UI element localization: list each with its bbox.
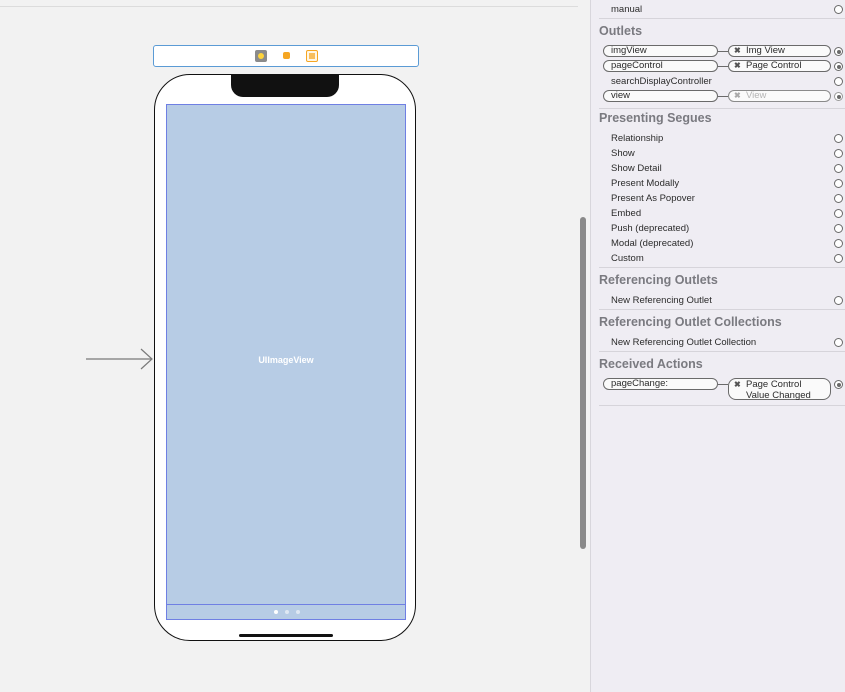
outlet-view-target[interactable]: ✖ View	[728, 90, 831, 102]
connection-line	[718, 66, 728, 67]
segue-push: Push (deprecated)	[611, 223, 690, 234]
home-indicator	[239, 634, 333, 637]
segue-show-detail-connector[interactable]	[834, 164, 843, 173]
outlets-title: Outlets	[599, 24, 643, 38]
segue-relationship-connector[interactable]	[834, 134, 843, 143]
image-view-label: UIImageView	[258, 355, 314, 365]
outlet-searchdisplaycontroller: searchDisplayController	[611, 76, 712, 87]
manual-segue-connector[interactable]	[834, 5, 843, 14]
segue-present-as-popover: Present As Popover	[611, 193, 695, 204]
segue-push-connector[interactable]	[834, 224, 843, 233]
segue-custom-connector[interactable]	[834, 254, 843, 263]
outlet-imgview-target-label: Img View	[746, 45, 785, 56]
action-pagechange-connector[interactable]	[834, 380, 843, 389]
canvas-top-divider	[0, 6, 578, 7]
disconnect-icon[interactable]: ✖	[734, 91, 741, 101]
segue-embed: Embed	[611, 208, 642, 219]
referencing-collections-title: Referencing Outlet Collections	[599, 315, 782, 329]
segue-show: Show	[611, 148, 635, 159]
outlet-pagecontrol[interactable]: pageControl	[603, 60, 718, 72]
page-control[interactable]	[166, 604, 406, 620]
segue-show-detail: Show Detail	[611, 163, 662, 174]
view-controller-icon[interactable]	[255, 50, 267, 62]
outlet-pagecontrol-target[interactable]: ✖ Page Control	[728, 60, 831, 72]
new-referencing-outlet-collection-connector[interactable]	[834, 338, 843, 347]
new-referencing-outlet-connector[interactable]	[834, 296, 843, 305]
action-target-line2: Value Changed	[746, 390, 811, 401]
outlet-imgview-target[interactable]: ✖ Img View	[728, 45, 831, 57]
new-referencing-outlet: New Referencing Outlet	[611, 295, 712, 306]
outlet-view[interactable]: view	[603, 90, 718, 102]
separator	[599, 351, 845, 352]
segue-embed-connector[interactable]	[834, 209, 843, 218]
segue-show-connector[interactable]	[834, 149, 843, 158]
page-dot	[285, 610, 289, 614]
separator	[599, 309, 845, 310]
connection-line	[718, 51, 728, 52]
action-target-line1: Page Control	[746, 379, 802, 390]
new-referencing-outlet-collection: New Referencing Outlet Collection	[611, 337, 757, 348]
disconnect-icon[interactable]: ✖	[734, 61, 741, 71]
separator	[599, 267, 845, 268]
separator	[599, 405, 845, 406]
segue-custom: Custom	[611, 253, 644, 264]
referencing-outlets-title: Referencing Outlets	[599, 273, 718, 287]
manual-segue-label: manual	[611, 4, 643, 15]
action-pagechange[interactable]: pageChange:	[603, 378, 718, 390]
page-dot	[296, 610, 300, 614]
segue-present-modally-connector[interactable]	[834, 179, 843, 188]
outlet-view-connector[interactable]	[834, 92, 843, 101]
disconnect-icon[interactable]: ✖	[734, 46, 741, 56]
outlet-imgview-connector[interactable]	[834, 47, 843, 56]
segue-relationship: Relationship	[611, 133, 664, 144]
separator	[599, 108, 845, 109]
initial-view-controller-arrow-icon[interactable]	[86, 348, 156, 370]
outlet-pagecontrol-target-label: Page Control	[746, 60, 802, 71]
outlet-imgview[interactable]: imgView	[603, 45, 718, 57]
received-actions-title: Received Actions	[599, 357, 703, 371]
outlet-view-target-label: View	[746, 90, 767, 101]
segue-present-as-popover-connector[interactable]	[834, 194, 843, 203]
exit-icon[interactable]	[306, 50, 318, 62]
outlet-pagecontrol-connector[interactable]	[834, 62, 843, 71]
iphone-device-frame: UIImageView	[154, 74, 416, 641]
canvas-scrollbar[interactable]	[580, 217, 586, 549]
presenting-segues-title: Presenting Segues	[599, 111, 712, 125]
connections-inspector: manual Outlets imgView ✖ Img View pageCon…	[591, 0, 845, 692]
action-pagechange-target[interactable]: ✖ Page Control Value Changed	[728, 378, 831, 401]
segue-present-modally: Present Modally	[611, 178, 680, 189]
separator	[599, 18, 845, 19]
scene-dock[interactable]	[153, 45, 419, 67]
connection-line	[718, 96, 728, 97]
disconnect-icon[interactable]: ✖	[734, 379, 741, 390]
segue-modal: Modal (deprecated)	[611, 238, 694, 249]
image-view[interactable]: UIImageView	[166, 104, 406, 620]
connection-line	[718, 384, 728, 385]
storyboard-canvas[interactable]: UIImageView	[0, 0, 578, 692]
segue-modal-connector[interactable]	[834, 239, 843, 248]
device-notch	[231, 75, 339, 97]
first-responder-icon[interactable]	[281, 50, 293, 62]
page-dot	[274, 610, 278, 614]
outlet-searchdisplaycontroller-connector[interactable]	[834, 77, 843, 86]
